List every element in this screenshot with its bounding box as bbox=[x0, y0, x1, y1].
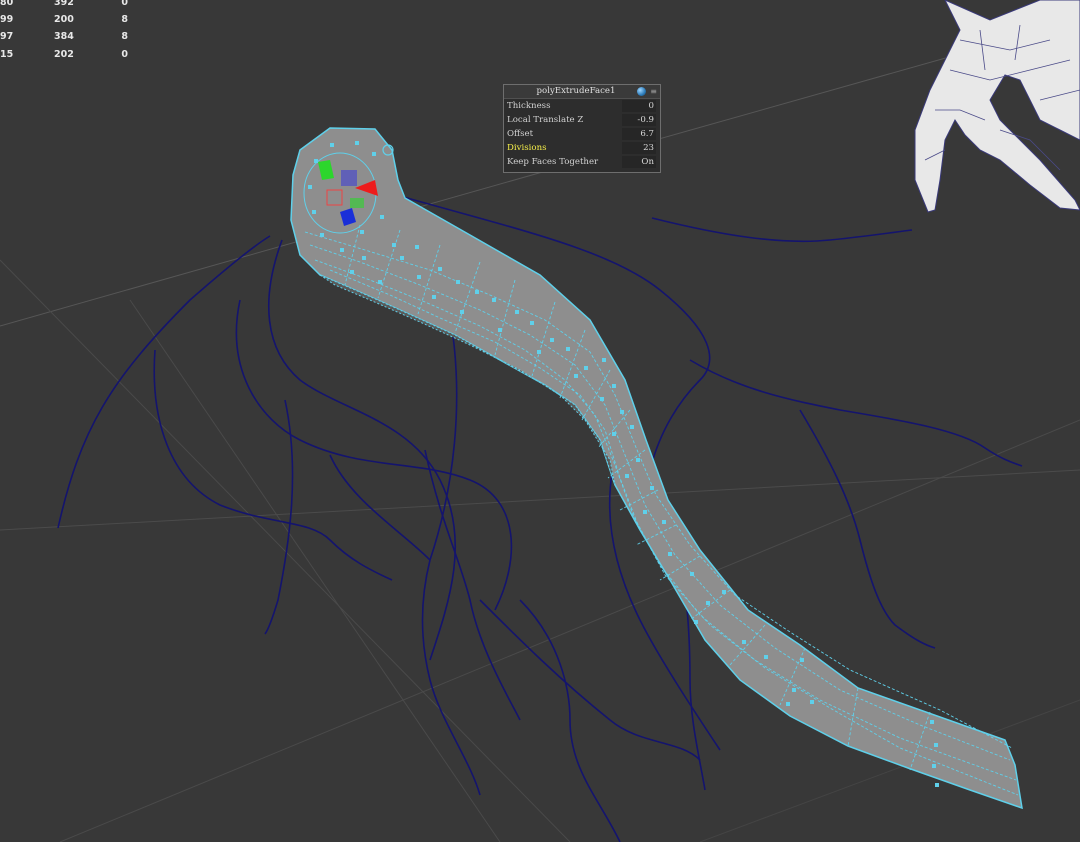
attr-value-field[interactable]: -0.9 bbox=[622, 114, 656, 126]
attr-value-field[interactable]: 23 bbox=[622, 142, 656, 154]
options-icon[interactable]: ≡ bbox=[650, 85, 657, 98]
attr-row-keep-faces-together[interactable]: Keep Faces Together On bbox=[504, 155, 660, 169]
attr-value-field[interactable]: 6.7 bbox=[622, 128, 656, 140]
attr-row-local-translate-z[interactable]: Local Translate Z -0.9 bbox=[504, 113, 660, 127]
reference-creature-mesh[interactable] bbox=[914, 0, 1080, 213]
in-view-attribute-editor[interactable]: polyExtrudeFace1 ≡ Thickness 0 Local Tra… bbox=[503, 84, 661, 173]
attr-value-field[interactable]: 0 bbox=[622, 100, 656, 112]
attr-value-field[interactable]: On bbox=[622, 156, 656, 168]
hud-row: 97 384 8 bbox=[0, 31, 128, 43]
hud-row: 15 202 0 bbox=[0, 48, 128, 60]
attr-label: Keep Faces Together bbox=[507, 157, 599, 167]
attr-row-thickness[interactable]: Thickness 0 bbox=[504, 99, 660, 113]
hud-row: 99 200 8 bbox=[0, 14, 128, 26]
heads-up-poly-count: 80 392 0 99 200 8 97 384 8 15 202 0 bbox=[0, 0, 140, 63]
node-title-bar[interactable]: polyExtrudeFace1 ≡ bbox=[504, 85, 660, 99]
node-status-icon[interactable] bbox=[637, 87, 646, 96]
attr-label: Offset bbox=[507, 129, 534, 139]
tentacle-mesh[interactable] bbox=[290, 127, 1023, 810]
attr-row-divisions[interactable]: Divisions 23 bbox=[504, 141, 660, 155]
attr-label: Divisions bbox=[507, 143, 547, 153]
node-title: polyExtrudeFace1 bbox=[536, 86, 616, 96]
hud-row: 80 392 0 bbox=[0, 0, 128, 8]
attr-label: Thickness bbox=[507, 101, 551, 111]
attr-label: Local Translate Z bbox=[507, 115, 584, 125]
attr-row-offset[interactable]: Offset 6.7 bbox=[504, 127, 660, 141]
